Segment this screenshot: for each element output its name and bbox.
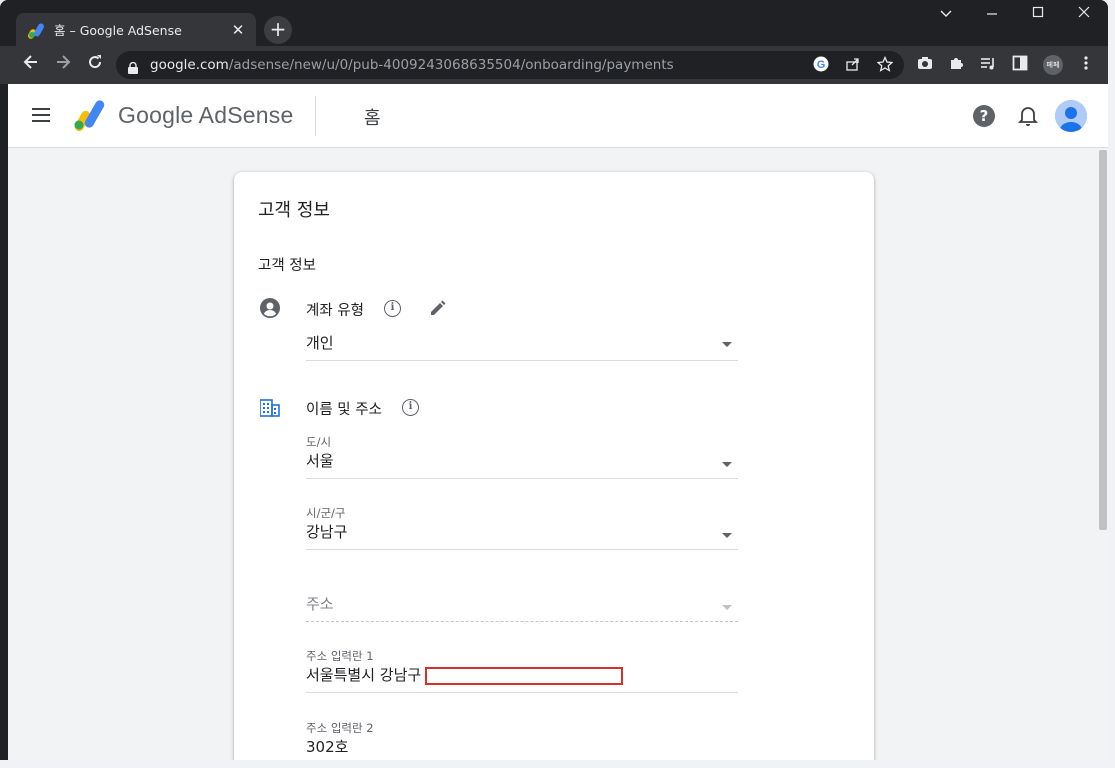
card-title: 고객 정보 [258, 200, 330, 221]
minimize-icon[interactable] [982, 6, 1002, 22]
close-window-icon[interactable] [1074, 6, 1094, 22]
back-arrow-icon[interactable] [20, 54, 42, 76]
google-lens-icon[interactable]: G [812, 56, 830, 74]
more-menu-icon[interactable] [1076, 55, 1096, 75]
address-line2-value: 302호 [306, 738, 349, 756]
svg-text:G: G [817, 59, 826, 71]
tab-strip: 홈 – Google AdSense ✕ + [0, 0, 1108, 46]
page-section-title: 홈 [364, 108, 381, 129]
user-avatar[interactable] [1055, 100, 1087, 132]
field-underline [306, 478, 738, 479]
field-underline [306, 692, 738, 693]
scrollbar-thumb[interactable] [1099, 150, 1107, 530]
account-type-label: 계좌 유형 [306, 303, 364, 319]
brand-name: Google AdSense [118, 102, 294, 128]
tab-search-icon[interactable] [936, 6, 956, 22]
dropdown-caret-icon [722, 605, 732, 610]
pencil-icon[interactable] [428, 298, 448, 318]
app-header: Google AdSense 홈 ? [8, 84, 1108, 148]
province-value: 서울 [306, 452, 334, 470]
field-underline-dashed [306, 621, 738, 622]
lock-icon[interactable] [128, 59, 138, 74]
name-address-label: 이름 및 주소 [306, 402, 382, 418]
province-select[interactable]: 도/시 서울 [306, 434, 738, 479]
window-margin-bottom [0, 760, 1115, 768]
customer-info-card: 고객 정보 고객 정보 계좌 유형 i 개인 이름 및 주소 i 도/시 서울 … [234, 172, 874, 760]
extensions-puzzle-icon[interactable] [946, 55, 966, 75]
url-text: google.com/adsense/new/u/0/pub-400924306… [150, 57, 674, 73]
new-tab-button[interactable]: + [264, 16, 292, 44]
browser-toolbar: google.com/adsense/new/u/0/pub-400924306… [0, 46, 1108, 84]
address-line1-input[interactable]: 주소 입력란 1 서울특별시 강남구 [306, 648, 738, 693]
field-underline [306, 360, 738, 361]
tab-title: 홈 – Google AdSense [54, 23, 182, 38]
address-line2-input[interactable]: 주소 입력란 2 302호 [306, 720, 738, 758]
address-line1-value: 서울특별시 강남구 [306, 666, 422, 684]
forward-arrow-icon[interactable] [52, 54, 74, 76]
tab-close-icon[interactable]: ✕ [230, 21, 246, 39]
address-bar[interactable]: google.com/adsense/new/u/0/pub-400924306… [116, 51, 904, 79]
dropdown-caret-icon [722, 533, 732, 538]
dropdown-caret-icon [722, 462, 732, 467]
bookmark-star-icon[interactable] [876, 55, 894, 74]
field-underline [306, 549, 738, 550]
page-scrollbar[interactable] [1098, 148, 1108, 760]
redaction-box [425, 666, 624, 685]
district-value: 강남구 [306, 523, 348, 541]
maximize-icon[interactable] [1028, 6, 1048, 22]
dropdown-caret-icon [722, 342, 732, 347]
hamburger-menu-icon[interactable] [32, 108, 50, 122]
share-icon[interactable] [844, 56, 862, 74]
address-line1-label: 주소 입력란 1 [306, 649, 374, 663]
building-icon [259, 398, 280, 418]
camera-icon[interactable] [915, 55, 935, 75]
district-select[interactable]: 시/군/구 강남구 [306, 505, 738, 550]
account-type-select[interactable]: 개인 [306, 332, 738, 361]
account-type-value: 개인 [306, 334, 334, 352]
province-label: 도/시 [306, 435, 332, 449]
browser-tab[interactable]: 홈 – Google AdSense ✕ [16, 13, 256, 46]
name-address-info-icon[interactable]: i [402, 399, 419, 416]
profile-avatar[interactable]: 페페 [1043, 55, 1063, 75]
district-label: 시/군/구 [306, 506, 346, 520]
reload-icon[interactable] [84, 54, 106, 76]
adsense-logo-icon [72, 100, 108, 132]
address-placeholder: 주소 [306, 595, 334, 613]
page-viewport: Google AdSense 홈 ? 고객 정보 고객 정보 계좌 유형 i 개… [8, 84, 1108, 760]
address-line1-value-row: 서울특별시 강남구 [306, 664, 738, 686]
window-margin-right [1108, 0, 1115, 768]
media-control-icon[interactable] [978, 55, 998, 75]
help-icon[interactable]: ? [973, 105, 995, 127]
header-divider [315, 96, 316, 136]
account-type-info-icon[interactable]: i [384, 300, 401, 317]
account-circle-icon [260, 298, 280, 318]
browser-window: 홈 – Google AdSense ✕ + google.com/adsens… [0, 0, 1108, 760]
side-panel-icon[interactable] [1010, 55, 1030, 75]
address-line2-label: 주소 입력란 2 [306, 721, 374, 735]
notification-bell-icon[interactable] [1017, 105, 1039, 127]
address-select[interactable]: 주소 [306, 593, 738, 622]
adsense-favicon-icon [28, 21, 46, 39]
card-subtitle: 고객 정보 [258, 258, 316, 274]
